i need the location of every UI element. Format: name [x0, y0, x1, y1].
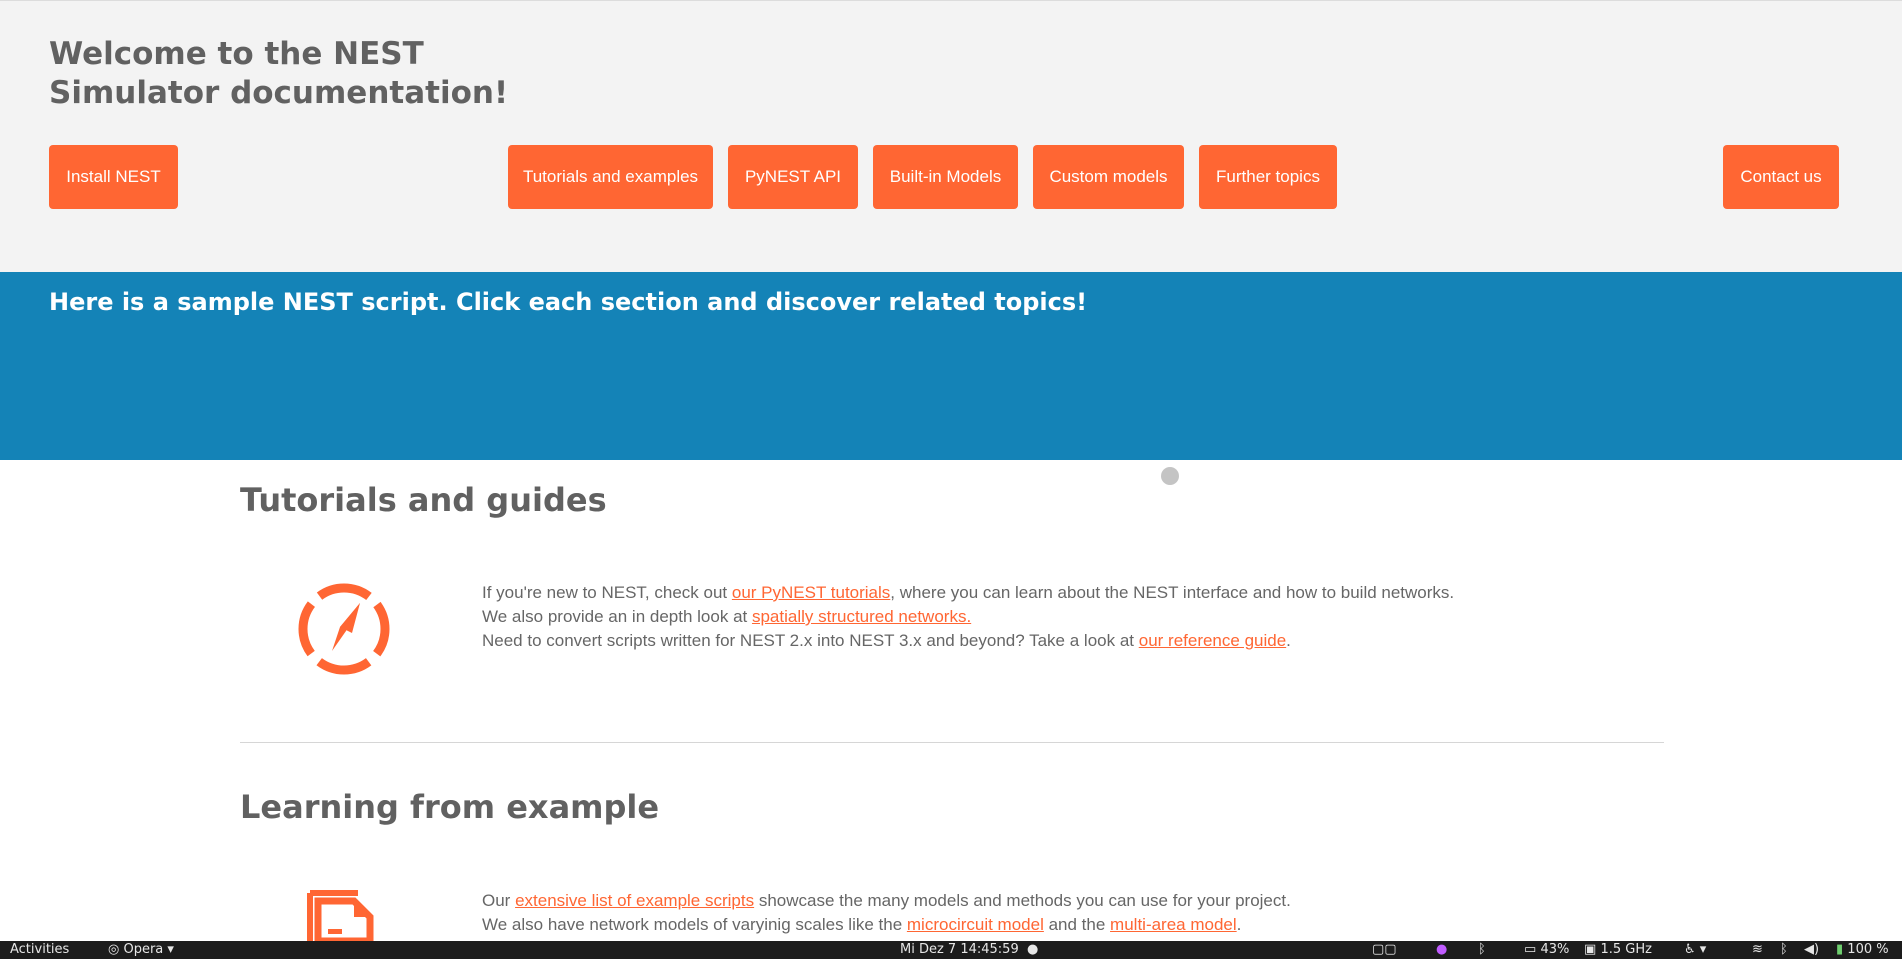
system-taskbar: Activities ◎ Opera ▾ Mi Dez 7 14:45:59 ●… — [0, 941, 1902, 959]
examples-line-2: We also have network models of varyinig … — [482, 913, 1241, 937]
wifi-icon[interactable]: ≋ — [1752, 941, 1763, 959]
power-status[interactable]: ▮ 100 % — [1836, 941, 1889, 959]
tutorials-section-title: Tutorials and guides — [240, 481, 607, 519]
section-divider — [240, 742, 1664, 743]
example-scripts-link[interactable]: extensive list of example scripts — [515, 891, 754, 910]
contact-us-button[interactable]: Contact us — [1723, 145, 1839, 209]
pynest-api-button[interactable]: PyNEST API — [728, 145, 858, 209]
chevron-down-icon: ▾ — [167, 942, 174, 957]
microcircuit-model-link[interactable]: microcircuit model — [907, 915, 1044, 934]
workspace-icon[interactable]: ▢▢ — [1372, 941, 1397, 959]
install-nest-button[interactable]: Install NEST — [49, 145, 178, 209]
custom-models-button[interactable]: Custom models — [1033, 145, 1184, 209]
app-indicator-icon[interactable]: ● — [1436, 941, 1447, 959]
text: We also have network models of varyinig … — [482, 915, 907, 934]
page-title: Welcome to the NEST Simulator documentat… — [49, 36, 509, 111]
text: If you're new to NEST, check out — [482, 583, 732, 602]
notification-dot-icon: ● — [1022, 942, 1039, 957]
page-header: Welcome to the NEST Simulator documentat… — [0, 0, 1902, 272]
opera-icon: ◎ — [108, 942, 120, 957]
sample-script-banner: Here is a sample NEST script. Click each… — [0, 272, 1902, 460]
tutorials-examples-button[interactable]: Tutorials and examples — [508, 145, 713, 209]
reference-guide-link[interactable]: our reference guide — [1139, 631, 1286, 650]
clock[interactable]: Mi Dez 7 14:45:59 ● — [900, 941, 1038, 959]
power-text: 100 % — [1847, 942, 1889, 957]
loading-dot-icon — [1161, 467, 1179, 485]
datetime-text: Mi Dez 7 14:45:59 — [900, 942, 1019, 957]
tutorials-line-3: Need to convert scripts written for NEST… — [482, 629, 1291, 653]
app-name: Opera — [123, 942, 164, 957]
document-icon — [307, 890, 374, 941]
cpu-text: 1.5 GHz — [1600, 942, 1652, 957]
volume-icon[interactable]: ◀) — [1804, 941, 1819, 959]
activities-button[interactable]: Activities — [10, 941, 69, 959]
text: showcase the many models and methods you… — [754, 891, 1291, 910]
cpu-icon: ▣ — [1584, 942, 1597, 957]
battery-text: 43% — [1540, 942, 1570, 957]
battery-icon: ▭ — [1524, 942, 1537, 957]
battery-monitor[interactable]: ▭ 43% — [1524, 941, 1569, 959]
text: . — [1236, 915, 1242, 934]
text: Our — [482, 891, 516, 910]
text: Need to convert scripts written for NEST… — [482, 631, 1139, 650]
banner-text: Here is a sample NEST script. Click each… — [49, 288, 1088, 316]
bluetooth-status-icon[interactable]: ᛒ — [1780, 941, 1788, 959]
pynest-tutorials-link[interactable]: our PyNEST tutorials — [732, 583, 890, 602]
text: We also provide an in depth look at — [482, 607, 752, 626]
accessibility-icon[interactable]: ♿ ▾ — [1684, 941, 1706, 959]
compass-icon — [298, 583, 390, 675]
multi-area-model-link[interactable]: multi-area model — [1110, 915, 1237, 934]
spatial-networks-link[interactable]: spatially structured networks. — [752, 607, 971, 626]
examples-section-title: Learning from example — [240, 788, 660, 826]
opera-app-menu[interactable]: ◎ Opera ▾ — [108, 941, 174, 959]
cpu-monitor[interactable]: ▣ 1.5 GHz — [1584, 941, 1652, 959]
text: and the — [1043, 915, 1111, 934]
further-topics-button[interactable]: Further topics — [1199, 145, 1337, 209]
text: , where you can learn about the NEST int… — [890, 583, 1455, 602]
battery-level-icon: ▮ — [1836, 942, 1844, 957]
tutorials-line-2: We also provide an in depth look at spat… — [482, 605, 971, 629]
text: . — [1286, 631, 1291, 650]
tutorials-line-1: If you're new to NEST, check out our PyN… — [482, 581, 1454, 605]
examples-line-1: Our extensive list of example scripts sh… — [482, 889, 1291, 913]
bluetooth-icon[interactable]: ᛒ — [1478, 941, 1486, 959]
built-in-models-button[interactable]: Built-in Models — [873, 145, 1018, 209]
